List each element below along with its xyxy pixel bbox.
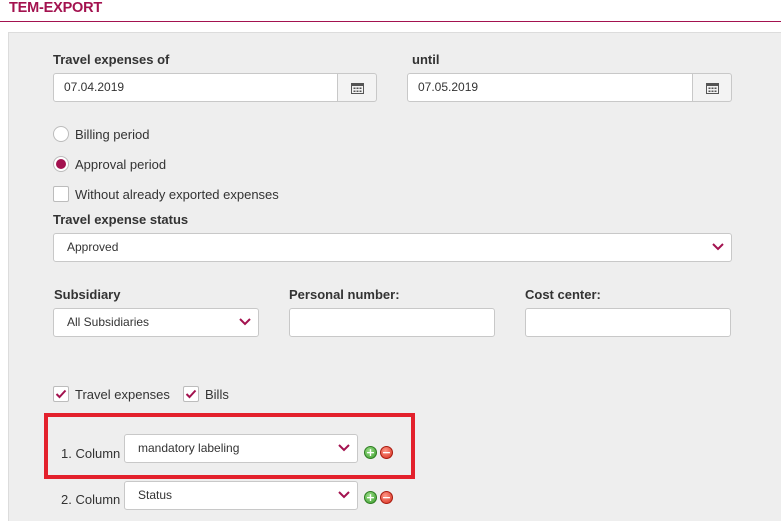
column-1-add-button[interactable]: +	[364, 446, 377, 459]
column-2-select-value: Status	[138, 488, 173, 502]
from-date-input[interactable]: 07.04.2019	[53, 73, 338, 102]
travel-expenses-label: Travel expenses	[75, 387, 170, 402]
add-icon: +	[365, 446, 376, 459]
check-icon	[185, 389, 197, 399]
until-date-label: until	[412, 52, 440, 67]
cost-center-input[interactable]	[525, 308, 731, 337]
travel-expenses-checkbox[interactable]	[53, 386, 69, 402]
status-label: Travel expense status	[53, 212, 189, 227]
column-1-select[interactable]: mandatory labeling	[124, 434, 358, 463]
personal-number-input[interactable]	[289, 308, 495, 337]
from-date-label: Travel expenses of	[53, 52, 170, 67]
column-2-label: 2. Column	[61, 492, 121, 507]
until-date-input[interactable]: 07.05.2019	[407, 73, 693, 102]
page-title: TEM-EXPORT	[9, 0, 103, 16]
personal-number-label: Personal number:	[289, 287, 400, 302]
subsidiary-label: Subsidiary	[54, 287, 121, 302]
column-2-remove-button[interactable]: −	[380, 491, 393, 504]
from-date-calendar-button[interactable]	[337, 73, 377, 102]
until-date-calendar-button[interactable]	[692, 73, 732, 102]
column-1-remove-button[interactable]: −	[380, 446, 393, 459]
chevron-down-icon	[338, 444, 350, 452]
billing-period-label: Billing period	[75, 127, 150, 142]
add-icon: +	[365, 491, 376, 504]
remove-icon: −	[381, 491, 392, 504]
chevron-down-icon	[712, 243, 724, 251]
chevron-down-icon	[338, 491, 350, 499]
billing-period-radio[interactable]	[53, 126, 69, 142]
without-exported-label: Without already exported expenses	[75, 187, 279, 202]
bills-label: Bills	[205, 387, 229, 402]
without-exported-checkbox[interactable]	[53, 186, 69, 202]
cost-center-label: Cost center:	[525, 287, 601, 302]
column-2-select[interactable]: Status	[124, 481, 358, 510]
chevron-down-icon	[239, 318, 251, 326]
subsidiary-select-value: All Subsidiaries	[67, 315, 150, 329]
column-2-add-button[interactable]: +	[364, 491, 377, 504]
status-select[interactable]: Approved	[53, 233, 732, 262]
page-header: TEM-EXPORT	[0, 0, 781, 22]
column-1-label: 1. Column	[61, 446, 121, 461]
remove-icon: −	[381, 446, 392, 459]
approval-period-radio[interactable]	[53, 156, 69, 172]
check-icon	[55, 389, 67, 399]
calendar-icon	[350, 82, 364, 94]
calendar-icon	[705, 82, 719, 94]
status-select-value: Approved	[67, 240, 119, 254]
approval-period-label: Approval period	[75, 157, 167, 172]
bills-checkbox[interactable]	[183, 386, 199, 402]
column-1-select-value: mandatory labeling	[138, 441, 240, 455]
subsidiary-select[interactable]: All Subsidiaries	[53, 308, 259, 337]
